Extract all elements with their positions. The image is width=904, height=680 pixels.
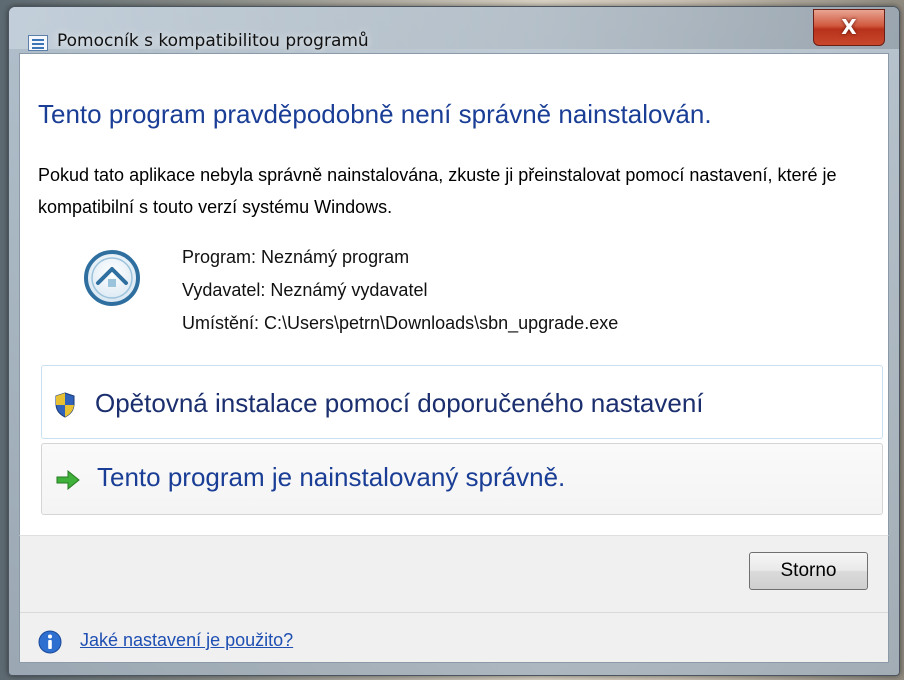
program-location: Umístění: C:\Users\petrn\Downloads\sbn_u… [182, 313, 619, 333]
green-arrow-icon [56, 469, 80, 491]
dialog-footer: Storno Jaké nastavení je použito? [19, 535, 889, 663]
title-bar[interactable]: Pomocník s kompatibilitou programů X [9, 7, 899, 51]
info-icon [38, 630, 62, 654]
option-recommended-reinstall[interactable]: Opětovná instalace pomocí doporučeného n… [41, 365, 883, 439]
option-installed-correctly[interactable]: Tento program je nainstalovaný správně. [41, 443, 883, 515]
cancel-button[interactable]: Storno [749, 552, 868, 590]
compatibility-dialog: Pomocník s kompatibilitou programů X Ten… [8, 6, 900, 676]
description-text: Pokud tato aplikace nebyla správně nains… [38, 165, 837, 217]
program-info: Program: Neznámý program Vydavatel: Nezn… [182, 241, 618, 340]
footer-divider [20, 612, 888, 613]
window-title: Pomocník s kompatibilitou programů [57, 31, 369, 51]
program-name: Program: Neznámý program [182, 247, 410, 267]
program-publisher: Vydavatel: Neznámý vydavatel [182, 280, 428, 300]
program-compatibility-icon [84, 250, 140, 306]
close-icon: X [841, 15, 857, 39]
close-button[interactable]: X [813, 9, 885, 46]
option-installed-label: Tento program je nainstalovaný správně. [97, 462, 566, 492]
main-heading: Tento program pravděpodobně není správně… [38, 99, 712, 129]
shield-icon [55, 392, 75, 418]
app-list-icon [28, 35, 48, 51]
help-link[interactable]: Jaké nastavení je použito? [80, 630, 293, 651]
option-recommended-label: Opětovná instalace pomocí doporučeného n… [95, 388, 704, 418]
